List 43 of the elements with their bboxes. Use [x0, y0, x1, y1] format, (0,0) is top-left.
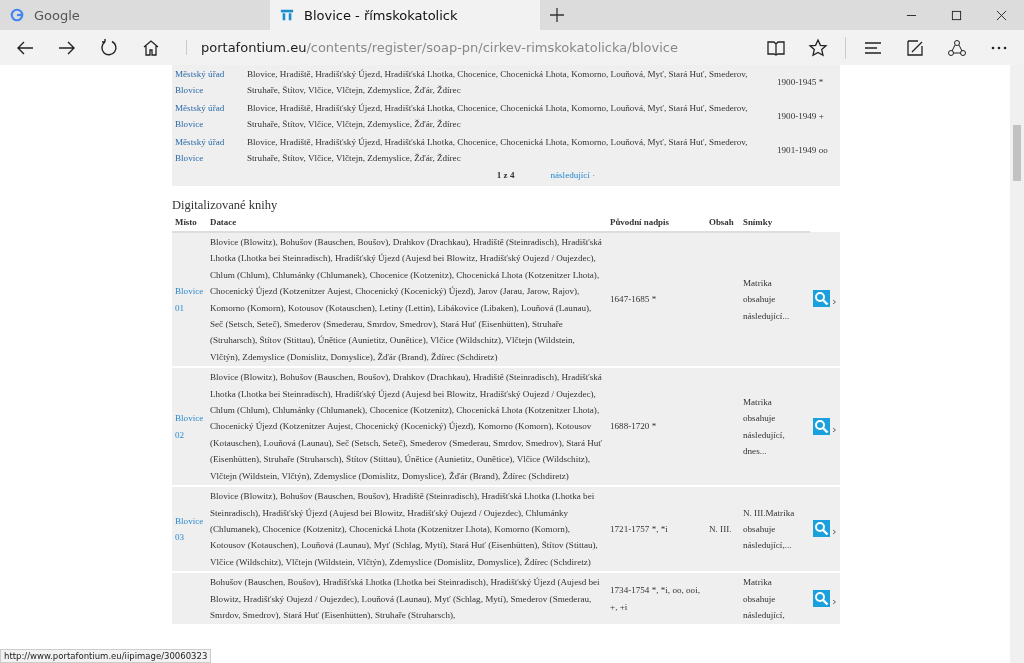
table-cell: N. III.Matrika obsahuje následující,...: [743, 507, 795, 551]
search-icon[interactable]: [813, 589, 837, 608]
star-icon[interactable]: [808, 37, 828, 58]
new-tab-icon[interactable]: [550, 8, 564, 22]
table-cell: Blovice (Blowitz), Bohušov (Bauschen, Boušov), Hradiště (Steinradisch), Hradišťská Lhotka (Lhotka bei Steinradisch), Hradišťský Újezd (Aujesd bei Blowitz, Hradišťský Oujezd / Oujezdec), Chlumánky (Chlumanek), Chocenice (Kotzenitz), Chocenická Lhota (Kotzenitzer Lhota), Komorno (Komorn), Kotousov (Kotauschen), Louňová (Launau), Myť (Schlag, Mytí), Stará Huť (Eisenhütten), Štítov (Stittau), Vlčice (Wildschitz), Vlčtejn (Wildstein, Vlčtýn), Zdemyslice (Domislitz, Domyslice), Ždírec (Schdiretz): [210, 491, 598, 567]
refresh-icon[interactable]: [99, 37, 119, 58]
table-cell-text: Blovice, Hradiště, Hradišťský Újezd, Hradišťská Lhotka, Chocenice, Chocenická Lhota, Komorno, Louňová, Myť, Stará Huť, Smederov, Struhaře, Štítov, Vlčice, Vlčtejn, Zdemyslice, Žďár, Ždírec: [247, 102, 749, 131]
next-page-link[interactable]: následující ·: [550, 170, 596, 180]
fond-link[interactable]: Městský úřad Blovice: [172, 66, 247, 98]
fond-link[interactable]: Městský úřad Blovice: [172, 134, 247, 166]
pen-icon[interactable]: [905, 37, 925, 58]
table-cell-text: 1901-1949 oo: [777, 144, 829, 157]
browser-tab[interactable]: Blovice - římskokatolick: [270, 0, 540, 30]
site-icon: [280, 8, 294, 22]
fond-link[interactable]: Městský úřad Blovice: [172, 100, 247, 132]
table-cell: 1688-1720 *: [610, 421, 657, 432]
table-cell: Bohušov (Bauschen, Boušov), Hradišťská Lhotka (Lhotka bei Steinradisch), Hradišťský Újezd (Aujesd bei Blowitz, Hradišťský Oujezd / Oujezdec), Louňová (Launau), Myť (Schlag, Mytí), Smederov (Smederau, Smrdov, Smedrov), Stará Huť (Eisenhütten), Struhaře (Struharsch),: [210, 577, 600, 620]
table-cell-text: Blovice, Hradiště, Hradišťský Újezd, Hradišťská Lhotka, Chocenice, Chocenická Lhota, Komorno, Louňová, Myť, Stará Huť, Smederov, Struhaře, Štítov, Vlčice, Vlčtejn, Zdemyslice, Žďár, Ždírec: [247, 68, 749, 97]
share-icon[interactable]: [947, 37, 967, 58]
section-title: Digitalizované knihy: [172, 198, 279, 213]
table-cell: Blovice (Blowitz), Bohušov (Bauschen, Boušov), Drahkov (Drachkau), Hradiště (Steinradisch), Hradišťská Lhotka (Lhotka bei Steinradisch), Hradišťský Újezd (Aujesd bei Blowitz, Hradišťský Oujezd / Oujezdec), Chlum (Chlum), Chlumánky (Chlumanek), Chocenice (Kotzenitz), Chocenická Lhota (Kotzenitzer Lhota), Chocenický Újezd (Kotzenitzer Aujest, Chocenický (Kocenický) Újezd), Jarov (Jarau, Jarow, Rajov), Komorno (Komorn), Kotousov (Kotauschen), Letiny (Lettin), Libákovice (Libaken), Louňová (Launau), Seč (Setsch, Seteč), Smederov (Smederau, Smrdov, Smedrov), Stará Huť (Eisenhütten), Struhaře (Struharsch), Štítov (Stittau), Únětice (Aunietitz, Ounětice), Vlčice (Wildschitz), Vlčtejn (Wildstein, Vlčtýn), Zdemyslice (Domislitz, Domyslice), Žďár (Brand), Ždírec (Schdiretz): [210, 237, 602, 362]
table-cell-text: 1900-1945 *: [777, 76, 825, 89]
table-cell: Blovice (Blowitz), Bohušov (Bauschen, Boušov), Drahkov (Drachkau), Hradiště (Steinradisch), Hradišťská Lhotka (Lhotka bei Steinradisch), Hradišťský Újezd (Aujesd bei Blowitz, Hradišťský Oujezd / Oujezdec), Chlum (Chlum), Chlumánky (Chlumanek), Chocenice (Kotzenitz), Chocenická Lhota (Kotzenitzer Lhota), Chocenický Újezd (Kotzenitzer Aujest, Chocenický (Kocenický) Újezd), Komorno (Komorn), Kotousov (Kotauschen), Louňová (Launau), Seč (Setsch, Seteč), Smederov (Smederau, Smrdov, Smedrov), Stará Huť (Eisenhütten), Struhaře (Struharsch), Štítov (Stittau), Únětice (Aunietitz, Ounětice), Vlčice (Wildschitz), Vlčtejn (Wildstein, Vlčtýn), Zdemyslice (Domislitz, Domyslice), Žďár (Brand), Ždírec (Schdiretz): [210, 372, 603, 481]
table-cell: 1734-1754 *, *i, oo, ooi, +, +i: [610, 585, 700, 612]
search-icon[interactable]: [813, 290, 837, 309]
table-cell: N. III.: [709, 523, 732, 534]
page-count: 1 z 4: [496, 170, 515, 180]
table-cell: 1647-1685 *: [610, 294, 657, 305]
google-icon: [10, 8, 24, 22]
table-cell: Matrika obsahuje následující, dnes...: [743, 396, 785, 457]
status-url: http://www.portafontium.eu/iipimage/30060323: [0, 649, 212, 663]
scrollbar[interactable]: [1010, 65, 1024, 663]
table-cell: Matrika obsahuje následující...: [743, 278, 790, 321]
table-cell-text: Blovice, Hradiště, Hradišťský Újezd, Hradišťská Lhotka, Chocenice, Chocenická Lhota, Komorno, Louňová, Myť, Stará Huť, Smederov, Struhaře, Štítov, Vlčice, Vlčtejn, Zdemyslice, Žďár, Ždírec: [247, 136, 749, 165]
search-icon[interactable]: [813, 520, 837, 539]
table-cell: 1721-1757 *, *i: [610, 523, 668, 534]
browser-tab[interactable]: Google: [0, 0, 270, 30]
maximize-icon[interactable]: [951, 9, 962, 21]
scrollbar-thumb[interactable]: [1013, 125, 1021, 181]
table-cell-text: 1900-1949 +: [777, 110, 825, 123]
close-icon[interactable]: [996, 9, 1007, 21]
search-icon[interactable]: [813, 417, 837, 436]
table-cell: Matrika obsahuje následující,: [743, 577, 785, 620]
